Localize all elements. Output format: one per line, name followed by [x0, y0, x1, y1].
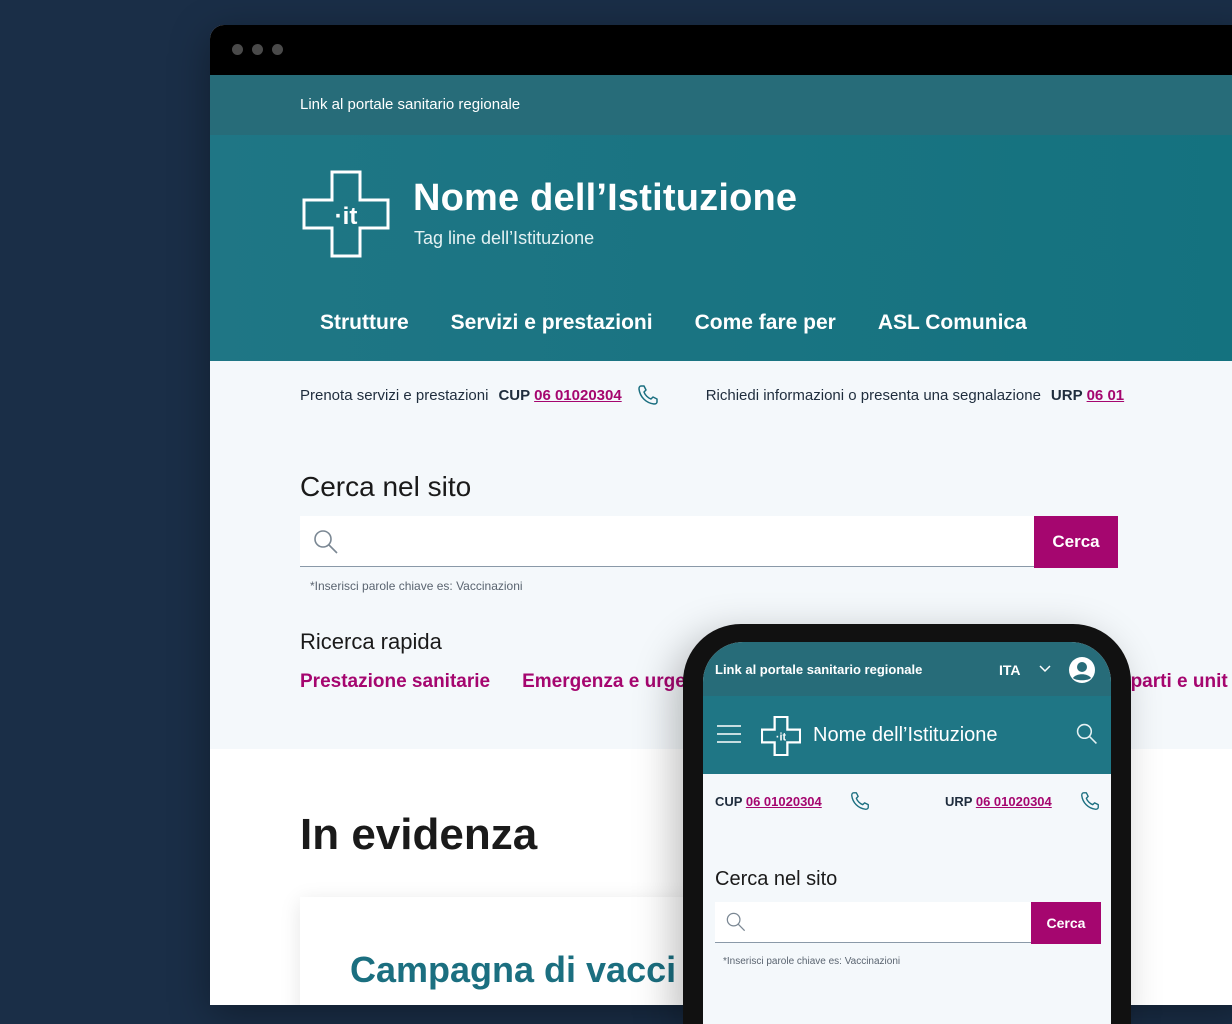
highlights-title: In evidenza	[300, 810, 538, 859]
quick-search-links: Prestazione sanitarie Emergenza e urgen	[300, 671, 697, 693]
mobile-language-selector[interactable]: ITA	[999, 662, 1021, 678]
nav-item-strutture[interactable]: Strutture	[320, 311, 409, 335]
institution-logo-icon[interactable]: ·it	[302, 170, 390, 258]
search-title: Cerca nel sito	[300, 471, 472, 502]
cup-description: Prenota servizi e prestazioni	[300, 386, 489, 404]
quick-link-prestazioni[interactable]: Prestazione sanitarie	[300, 671, 490, 693]
nav-item-servizi[interactable]: Servizi e prestazioni	[451, 311, 653, 335]
urp-description: Richiedi informazioni o presenta una seg…	[705, 386, 1041, 404]
mobile-search-field-icon	[726, 912, 746, 932]
mobile-header: ·it Nome dell’Istituzione	[703, 696, 1111, 774]
hamburger-menu-icon[interactable]	[717, 724, 741, 744]
mobile-urp-phone-icon[interactable]	[1079, 790, 1101, 812]
window-close-dot[interactable]	[232, 44, 243, 55]
mobile-urp-phone-link[interactable]: 06 01020304	[976, 794, 1052, 809]
slim-header: Link al portale sanitario regionale	[210, 75, 1232, 135]
mobile-logo-text: ·it	[776, 732, 787, 744]
search-hint: *Inserisci parole chiave es: Vaccinazion…	[310, 579, 523, 593]
regional-portal-link[interactable]: Link al portale sanitario regionale	[300, 96, 520, 113]
urp-label: URP	[1050, 386, 1083, 404]
mobile-cup-label: CUP	[715, 794, 743, 809]
chevron-down-icon[interactable]	[1037, 660, 1053, 676]
main-navigation: Strutture Servizi e prestazioni Come far…	[320, 311, 1027, 335]
urp-phone-link[interactable]: 06 01	[1087, 387, 1125, 404]
mobile-contact-bar: CUP 06 01020304 URP 06 01020304	[703, 774, 1111, 829]
mobile-search-input[interactable]	[715, 902, 1031, 943]
nav-item-come-fare[interactable]: Come fare per	[695, 311, 836, 335]
highlight-card[interactable]: Campagna di vacci	[300, 897, 720, 1005]
window-minimize-dot[interactable]	[252, 44, 263, 55]
mobile-urp-contact: URP 06 01020304	[945, 794, 1052, 809]
mobile-urp-label: URP	[945, 794, 973, 809]
mobile-search-icon[interactable]	[1075, 722, 1099, 746]
main-header: ·it Nome dell’Istituzione Tag line dell’…	[210, 135, 1232, 361]
mobile-cup-phone-icon[interactable]	[849, 790, 871, 812]
mobile-cup-phone-link[interactable]: 06 01020304	[746, 794, 822, 809]
mobile-screen: Link al portale sanitario regionale ITA …	[703, 642, 1111, 1024]
search-button[interactable]: Cerca	[1034, 516, 1118, 568]
mobile-search-hint: *Inserisci parole chiave es: Vaccinazion…	[723, 956, 901, 967]
window-maximize-dot[interactable]	[272, 44, 283, 55]
institution-tagline: Tag line dell’Istituzione	[414, 228, 595, 248]
mobile-search-section: Cerca nel sito Cerca *Inserisci parole c…	[703, 828, 1111, 1024]
mobile-search-title: Cerca nel sito	[715, 868, 838, 890]
contact-bar: Prenota servizi e prestazioni CUP 06 010…	[210, 361, 1232, 424]
search-icon	[314, 530, 338, 554]
institution-name[interactable]: Nome dell’Istituzione	[413, 177, 797, 220]
user-icon[interactable]	[1068, 656, 1096, 684]
mobile-phone-mockup: Link al portale sanitario regionale ITA …	[683, 624, 1131, 1024]
quick-search-title: Ricerca rapida	[300, 629, 442, 654]
cup-phone-link[interactable]: 06 01020304	[534, 387, 622, 404]
mobile-institution-name[interactable]: Nome dell’Istituzione	[813, 724, 998, 747]
quick-link-emergenza[interactable]: Emergenza e urgen	[522, 671, 697, 693]
browser-titlebar	[210, 25, 1232, 75]
nav-item-asl-comunica[interactable]: ASL Comunica	[878, 311, 1027, 335]
search-input[interactable]	[300, 516, 1034, 567]
cup-label: CUP	[498, 386, 531, 404]
phone-icon[interactable]	[636, 383, 660, 407]
mobile-institution-logo-icon[interactable]: ·it	[761, 716, 801, 756]
mobile-slim-header: Link al portale sanitario regionale ITA	[703, 642, 1111, 696]
mobile-regional-portal-link[interactable]: Link al portale sanitario regionale	[715, 662, 922, 677]
mobile-cup-contact: CUP 06 01020304	[715, 794, 822, 809]
highlight-card-title[interactable]: Campagna di vacci	[350, 949, 676, 991]
mobile-search-button[interactable]: Cerca	[1031, 902, 1101, 944]
logo-text: ·it	[335, 203, 358, 230]
quick-link-reparti[interactable]: eparti e unit	[1120, 671, 1228, 693]
contact-row: Prenota servizi e prestazioni CUP 06 010…	[300, 383, 1124, 407]
